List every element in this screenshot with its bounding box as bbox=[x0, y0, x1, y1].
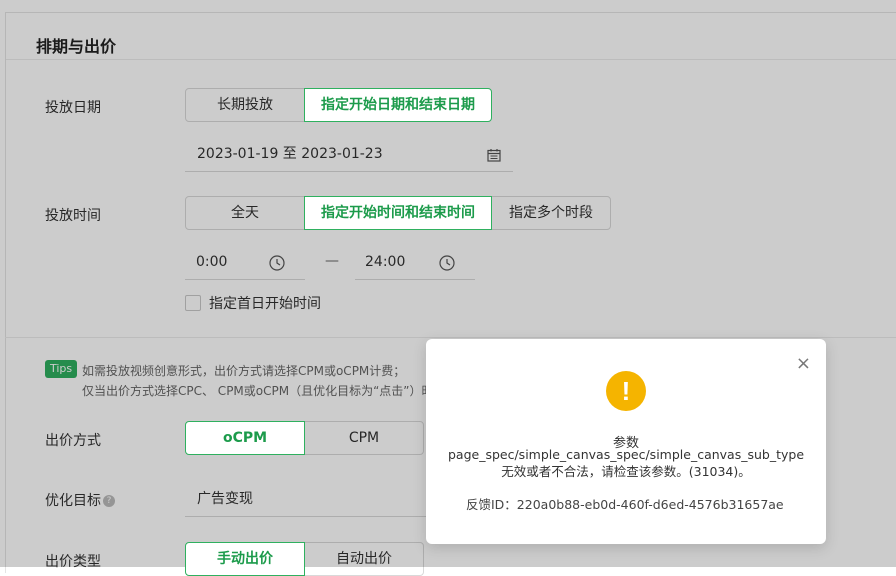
warning-icon: ! bbox=[606, 371, 646, 411]
error-dialog: × ! 参数 page_spec/simple_canvas_spec/simp… bbox=[426, 339, 826, 544]
option-time-range[interactable]: 指定开始时间和结束时间 bbox=[304, 196, 492, 230]
dialog-message-line-2: 无效或者不合法，请检查该参数。(31034)。 bbox=[501, 464, 751, 479]
option-date-range[interactable]: 指定开始日期和结束日期 bbox=[304, 88, 492, 122]
dialog-message-line-1: page_spec/simple_canvas_spec/simple_canv… bbox=[447, 447, 805, 462]
feedback-id: 反馈ID：220a0b88-eb0d-460f-d6ed-4576b31657a… bbox=[466, 497, 784, 512]
close-icon[interactable]: × bbox=[796, 355, 811, 373]
option-ocpm[interactable]: oCPM bbox=[185, 421, 305, 455]
option-manual-bid[interactable]: 手动出价 bbox=[185, 542, 305, 576]
